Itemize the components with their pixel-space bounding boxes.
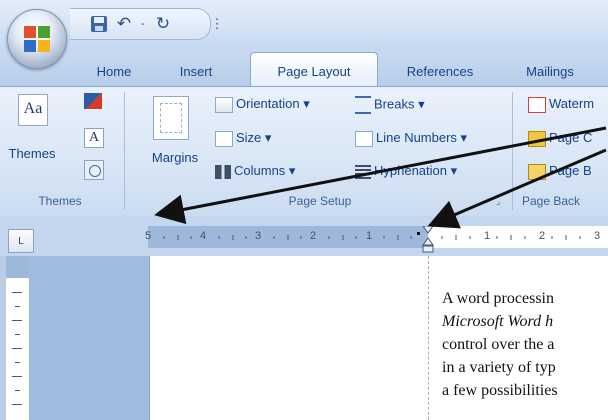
arrow-to-indent-marker bbox=[427, 148, 607, 229]
office-logo-icon bbox=[24, 26, 50, 52]
arrow-to-left-margin bbox=[154, 126, 607, 225]
annotation-arrows bbox=[154, 126, 607, 229]
office-button[interactable] bbox=[7, 9, 67, 69]
